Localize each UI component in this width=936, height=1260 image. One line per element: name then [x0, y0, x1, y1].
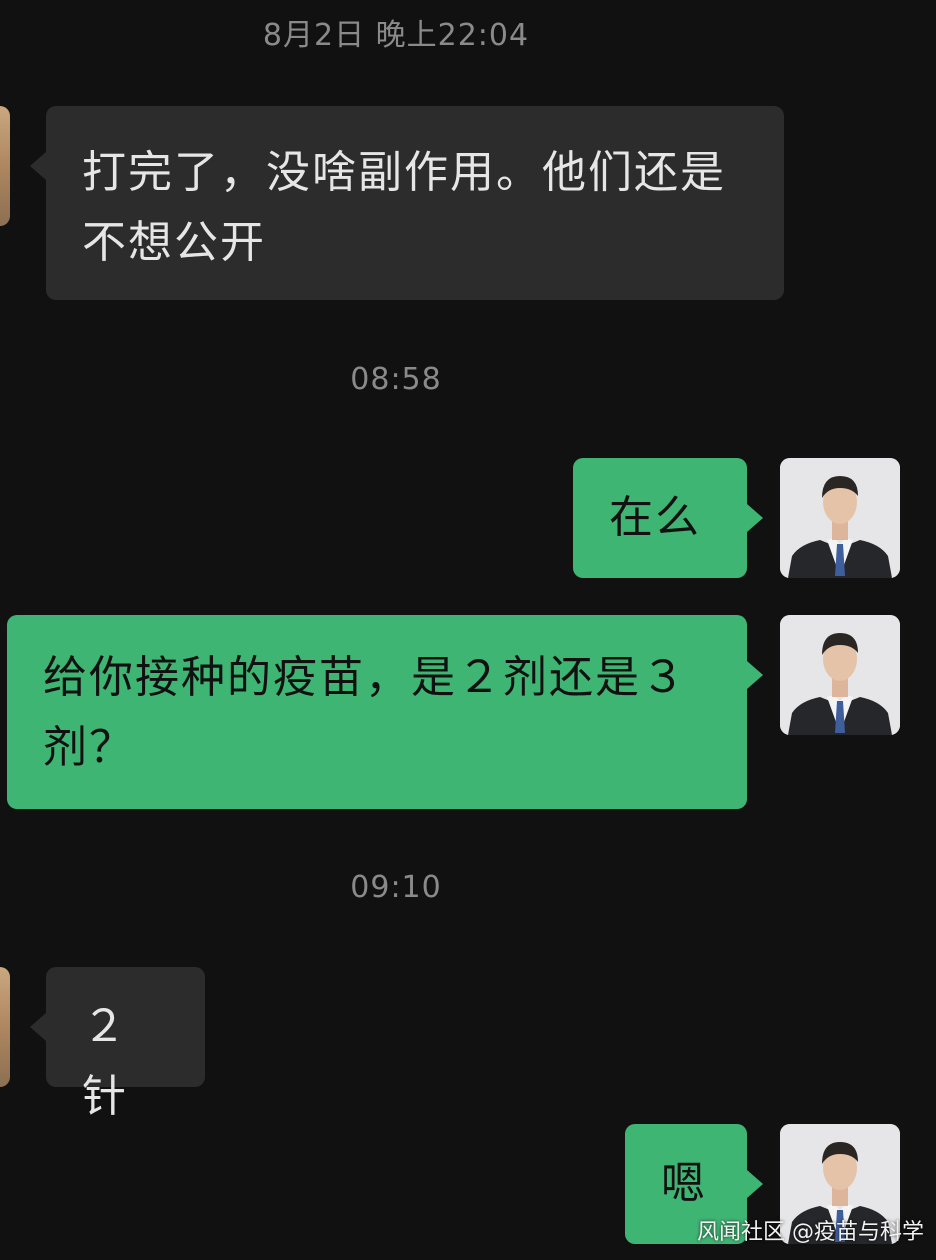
- message-text: ２针: [82, 1001, 128, 1122]
- message-text: 打完了，没啥副作用。他们还是不想公开: [82, 147, 726, 268]
- message-bubble-incoming[interactable]: ２针: [30, 967, 205, 1122]
- timestamp: 8月2日 晚上22:04: [262, 18, 530, 53]
- message-text: 给你接种的疫苗，是２剂还是３剂？: [43, 652, 687, 773]
- contact-avatar[interactable]: [0, 967, 10, 1087]
- person-icon: [780, 615, 900, 735]
- message-text: 在么: [609, 492, 701, 543]
- bubble-tail: [30, 1013, 46, 1041]
- user-avatar[interactable]: [780, 615, 900, 735]
- message-bubble-incoming[interactable]: 打完了，没啥副作用。他们还是不想公开: [30, 106, 784, 300]
- watermark: 风闻社区 @疫苗与科学: [697, 1220, 924, 1245]
- bubble-tail: [747, 661, 763, 689]
- message-bubble-outgoing[interactable]: 在么: [573, 458, 763, 578]
- user-avatar[interactable]: [780, 458, 900, 578]
- contact-avatar[interactable]: [0, 106, 10, 226]
- timestamp: 09:10: [350, 870, 442, 905]
- bubble-tail: [747, 1170, 763, 1198]
- timestamp: 08:58: [350, 362, 442, 397]
- person-icon: [780, 458, 900, 578]
- message-bubble-outgoing[interactable]: 给你接种的疫苗，是２剂还是３剂？: [7, 615, 763, 809]
- bubble-tail: [30, 152, 46, 180]
- bubble-tail: [747, 504, 763, 532]
- message-text: 嗯: [661, 1158, 707, 1209]
